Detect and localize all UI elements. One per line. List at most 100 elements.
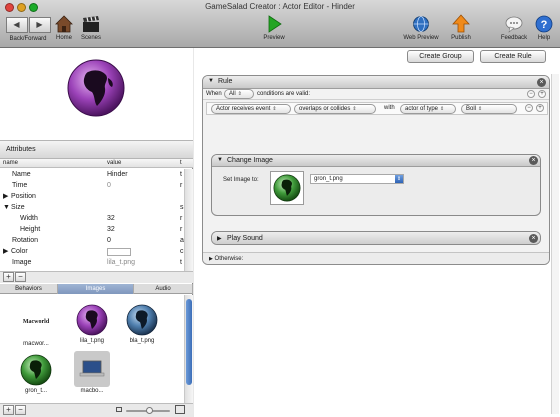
feedback-button[interactable]: Feedback xyxy=(498,14,530,41)
disclosure-triangle-icon[interactable]: ▶ xyxy=(3,246,8,257)
home-button[interactable]: Home xyxy=(53,14,75,41)
blue-globe-icon xyxy=(126,304,158,336)
library-tabs: Behaviors Images Audio xyxy=(0,284,193,294)
disclosure-triangle-open-icon[interactable]: ▼ xyxy=(3,202,10,213)
help-label: Help xyxy=(537,35,551,41)
library-item-lila[interactable]: lila_t.png xyxy=(72,301,112,344)
remove-condition-row-button[interactable]: − xyxy=(525,104,533,112)
attribute-row-image[interactable]: Image lila_t.png t xyxy=(0,257,184,268)
with-label: with xyxy=(384,105,395,111)
remove-condition-button[interactable]: − xyxy=(527,90,535,98)
change-image-behavior: ▼ Change Image × Set Image to: gron_t.pn… xyxy=(211,154,541,216)
svg-text:?: ? xyxy=(541,19,548,31)
collapse-triangle-icon[interactable]: ▼ xyxy=(208,78,214,84)
attribute-row-color[interactable]: ▶ Color c xyxy=(0,246,184,257)
column-type[interactable]: t xyxy=(180,159,182,168)
operator-select[interactable]: overlaps or collides ⇕ xyxy=(294,104,376,114)
globe-icon xyxy=(413,16,429,32)
image-select[interactable]: gron_t.png ⇕ xyxy=(310,174,404,184)
set-image-label: Set Image to: xyxy=(223,177,259,183)
tab-behaviors[interactable]: Behaviors xyxy=(0,284,58,294)
library-scroll-thumb[interactable] xyxy=(186,299,192,385)
upload-arrow-icon xyxy=(452,14,470,33)
library-item-macbook[interactable]: macbo... xyxy=(72,351,112,394)
tab-audio[interactable]: Audio xyxy=(134,284,193,294)
conditions-label: conditions are valid: xyxy=(257,91,311,97)
play-sound-title[interactable]: Play Sound xyxy=(227,235,263,242)
remove-attribute-button[interactable]: − xyxy=(15,272,26,282)
attribute-row-width[interactable]: Width 32 r xyxy=(0,213,184,224)
column-value[interactable]: value xyxy=(107,159,121,168)
green-globe-icon xyxy=(20,354,52,386)
library-item-bla[interactable]: bla_t.png xyxy=(122,301,162,344)
preview-button[interactable]: Preview xyxy=(259,14,289,41)
help-icon: ? xyxy=(535,15,553,33)
add-attribute-button[interactable]: + xyxy=(3,272,14,282)
publish-label: Publish xyxy=(451,35,471,41)
attribute-row-size[interactable]: ▼ Size s xyxy=(0,202,184,213)
library-item-gron[interactable]: gron_t... xyxy=(16,351,56,394)
delete-rule-icon[interactable]: × xyxy=(537,78,546,87)
library-item-macworld[interactable]: Macworld macwor... xyxy=(16,303,56,347)
collapse-triangle-icon[interactable]: ▼ xyxy=(217,157,223,163)
change-image-header[interactable]: ▼ Change Image × xyxy=(212,155,540,167)
otherwise-label: Otherwise: xyxy=(214,256,244,262)
target-type-select[interactable]: actor of type ⇕ xyxy=(400,104,456,114)
attributes-column-header: name value t xyxy=(0,159,193,168)
change-image-title[interactable]: Change Image xyxy=(227,157,273,164)
web-preview-button[interactable]: Web Preview xyxy=(402,14,440,41)
scenes-label: Scenes xyxy=(80,35,101,41)
speech-bubble-icon xyxy=(505,16,523,33)
disclosure-triangle-icon[interactable]: ▶ xyxy=(3,191,8,202)
when-condition-select[interactable]: All ⇕ xyxy=(224,89,254,99)
delete-behavior-icon[interactable]: × xyxy=(529,234,538,243)
attributes-table: Name Hinder t Time 0 r ▶ Position ▼ Size… xyxy=(0,169,184,271)
back-button[interactable]: ◀ xyxy=(5,17,28,33)
editor-scrollbar[interactable] xyxy=(551,74,559,414)
create-group-button[interactable]: Create Group xyxy=(407,50,474,63)
attribute-row-rotation[interactable]: Rotation 0 a xyxy=(0,235,184,246)
forward-button[interactable]: ▶ xyxy=(28,17,51,33)
create-rule-button[interactable]: Create Rule xyxy=(480,50,546,63)
add-condition-button[interactable]: + xyxy=(538,90,546,98)
library-item-label: bla_t.png xyxy=(129,338,155,344)
event-select[interactable]: Actor receives event ⇕ xyxy=(211,104,291,114)
attribute-row-position[interactable]: ▶ Position xyxy=(0,191,184,202)
publish-button[interactable]: Publish xyxy=(447,14,475,41)
slider-knob[interactable] xyxy=(146,407,153,414)
large-thumbnail-icon xyxy=(175,405,185,414)
expand-triangle-icon[interactable]: ▶ xyxy=(209,256,213,262)
attribute-row-time[interactable]: Time 0 r xyxy=(0,180,184,191)
purple-globe-icon xyxy=(67,59,125,117)
library-item-label: macbo... xyxy=(80,388,104,394)
attribute-row-height[interactable]: Height 32 r xyxy=(0,224,184,235)
preview-label: Preview xyxy=(263,35,285,41)
rule-title[interactable]: Rule xyxy=(218,78,232,85)
library-scrollbar[interactable] xyxy=(184,295,193,403)
clapperboard-icon xyxy=(83,16,99,32)
tab-images[interactable]: Images xyxy=(58,284,134,294)
add-condition-row-button[interactable]: + xyxy=(536,104,544,112)
scenes-button[interactable]: Scenes xyxy=(78,14,104,41)
behavior-editor-pane: Create Group Create Rule ▼ Rule × When A… xyxy=(194,48,560,417)
otherwise-row[interactable]: ▶ Otherwise: xyxy=(203,252,549,264)
play-sound-header[interactable]: ▶ Play Sound × xyxy=(212,232,540,244)
attribute-row-name[interactable]: Name Hinder t xyxy=(0,169,184,180)
library-footer: + − xyxy=(0,403,193,417)
add-image-button[interactable]: + xyxy=(3,405,14,415)
target-actor-select[interactable]: Boll ⇕ xyxy=(461,104,517,114)
thumbnail-size-slider[interactable] xyxy=(126,407,170,414)
help-button[interactable]: ? Help xyxy=(532,14,556,41)
expand-triangle-icon[interactable]: ▶ xyxy=(217,235,222,242)
column-name[interactable]: name xyxy=(3,159,18,168)
dropdown-arrow-icon[interactable]: ⇕ xyxy=(395,175,403,183)
delete-behavior-icon[interactable]: × xyxy=(529,156,538,165)
attributes-scrollbar[interactable] xyxy=(184,169,193,271)
green-globe-icon xyxy=(273,174,301,202)
remove-image-button[interactable]: − xyxy=(15,405,26,415)
rule-header[interactable]: ▼ Rule × xyxy=(203,76,549,89)
rule-when-row: When All ⇕ conditions are valid: − + xyxy=(203,89,549,100)
color-swatch[interactable] xyxy=(107,248,131,256)
play-icon xyxy=(268,15,282,33)
image-well[interactable] xyxy=(270,171,304,205)
